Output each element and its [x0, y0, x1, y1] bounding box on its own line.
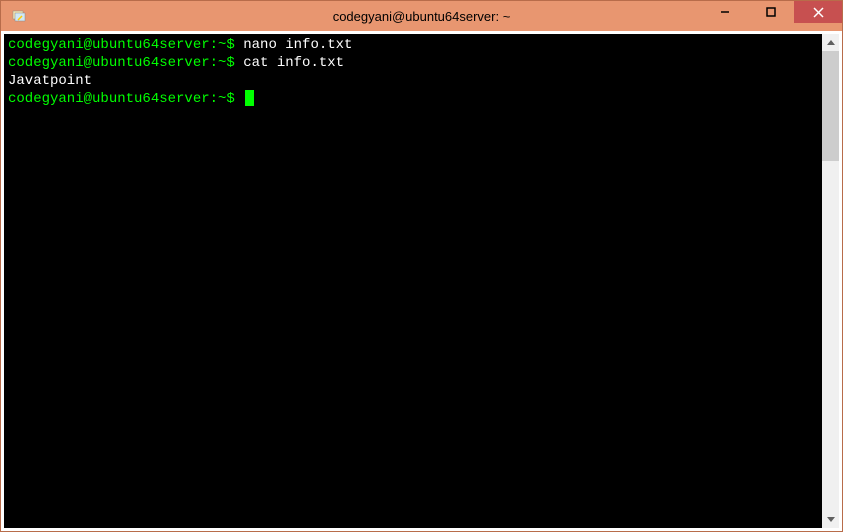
scroll-up-button[interactable] [822, 34, 839, 51]
maximize-button[interactable] [748, 1, 794, 23]
window-title: codegyani@ubuntu64server: ~ [333, 9, 511, 24]
command-text: cat info.txt [235, 55, 344, 71]
scroll-down-button[interactable] [822, 511, 839, 528]
output-text: Javatpoint [8, 73, 92, 89]
terminal-line: codegyani@ubuntu64server:~$ nano info.tx… [8, 36, 818, 54]
terminal-line: codegyani@ubuntu64server:~$ [8, 90, 818, 108]
command-text: nano info.txt [235, 37, 353, 53]
app-icon [9, 6, 29, 26]
prompt: codegyani@ubuntu64server:~$ [8, 37, 235, 53]
prompt: codegyani@ubuntu64server:~$ [8, 55, 235, 71]
titlebar[interactable]: codegyani@ubuntu64server: ~ [1, 1, 842, 31]
terminal-window: codegyani@ubuntu64server: ~ codegyani@ub… [0, 0, 843, 532]
command-text [235, 91, 243, 107]
terminal-line: Javatpoint [8, 72, 818, 90]
prompt: codegyani@ubuntu64server:~$ [8, 91, 235, 107]
terminal-line: codegyani@ubuntu64server:~$ cat info.txt [8, 54, 818, 72]
scroll-track[interactable] [822, 51, 839, 511]
minimize-button[interactable] [702, 1, 748, 23]
terminal-container: codegyani@ubuntu64server:~$ nano info.tx… [1, 31, 842, 531]
scroll-thumb[interactable] [822, 51, 839, 161]
scrollbar[interactable] [822, 34, 839, 528]
cursor [245, 90, 254, 106]
window-controls [702, 1, 842, 31]
terminal[interactable]: codegyani@ubuntu64server:~$ nano info.tx… [4, 34, 822, 528]
close-button[interactable] [794, 1, 842, 23]
